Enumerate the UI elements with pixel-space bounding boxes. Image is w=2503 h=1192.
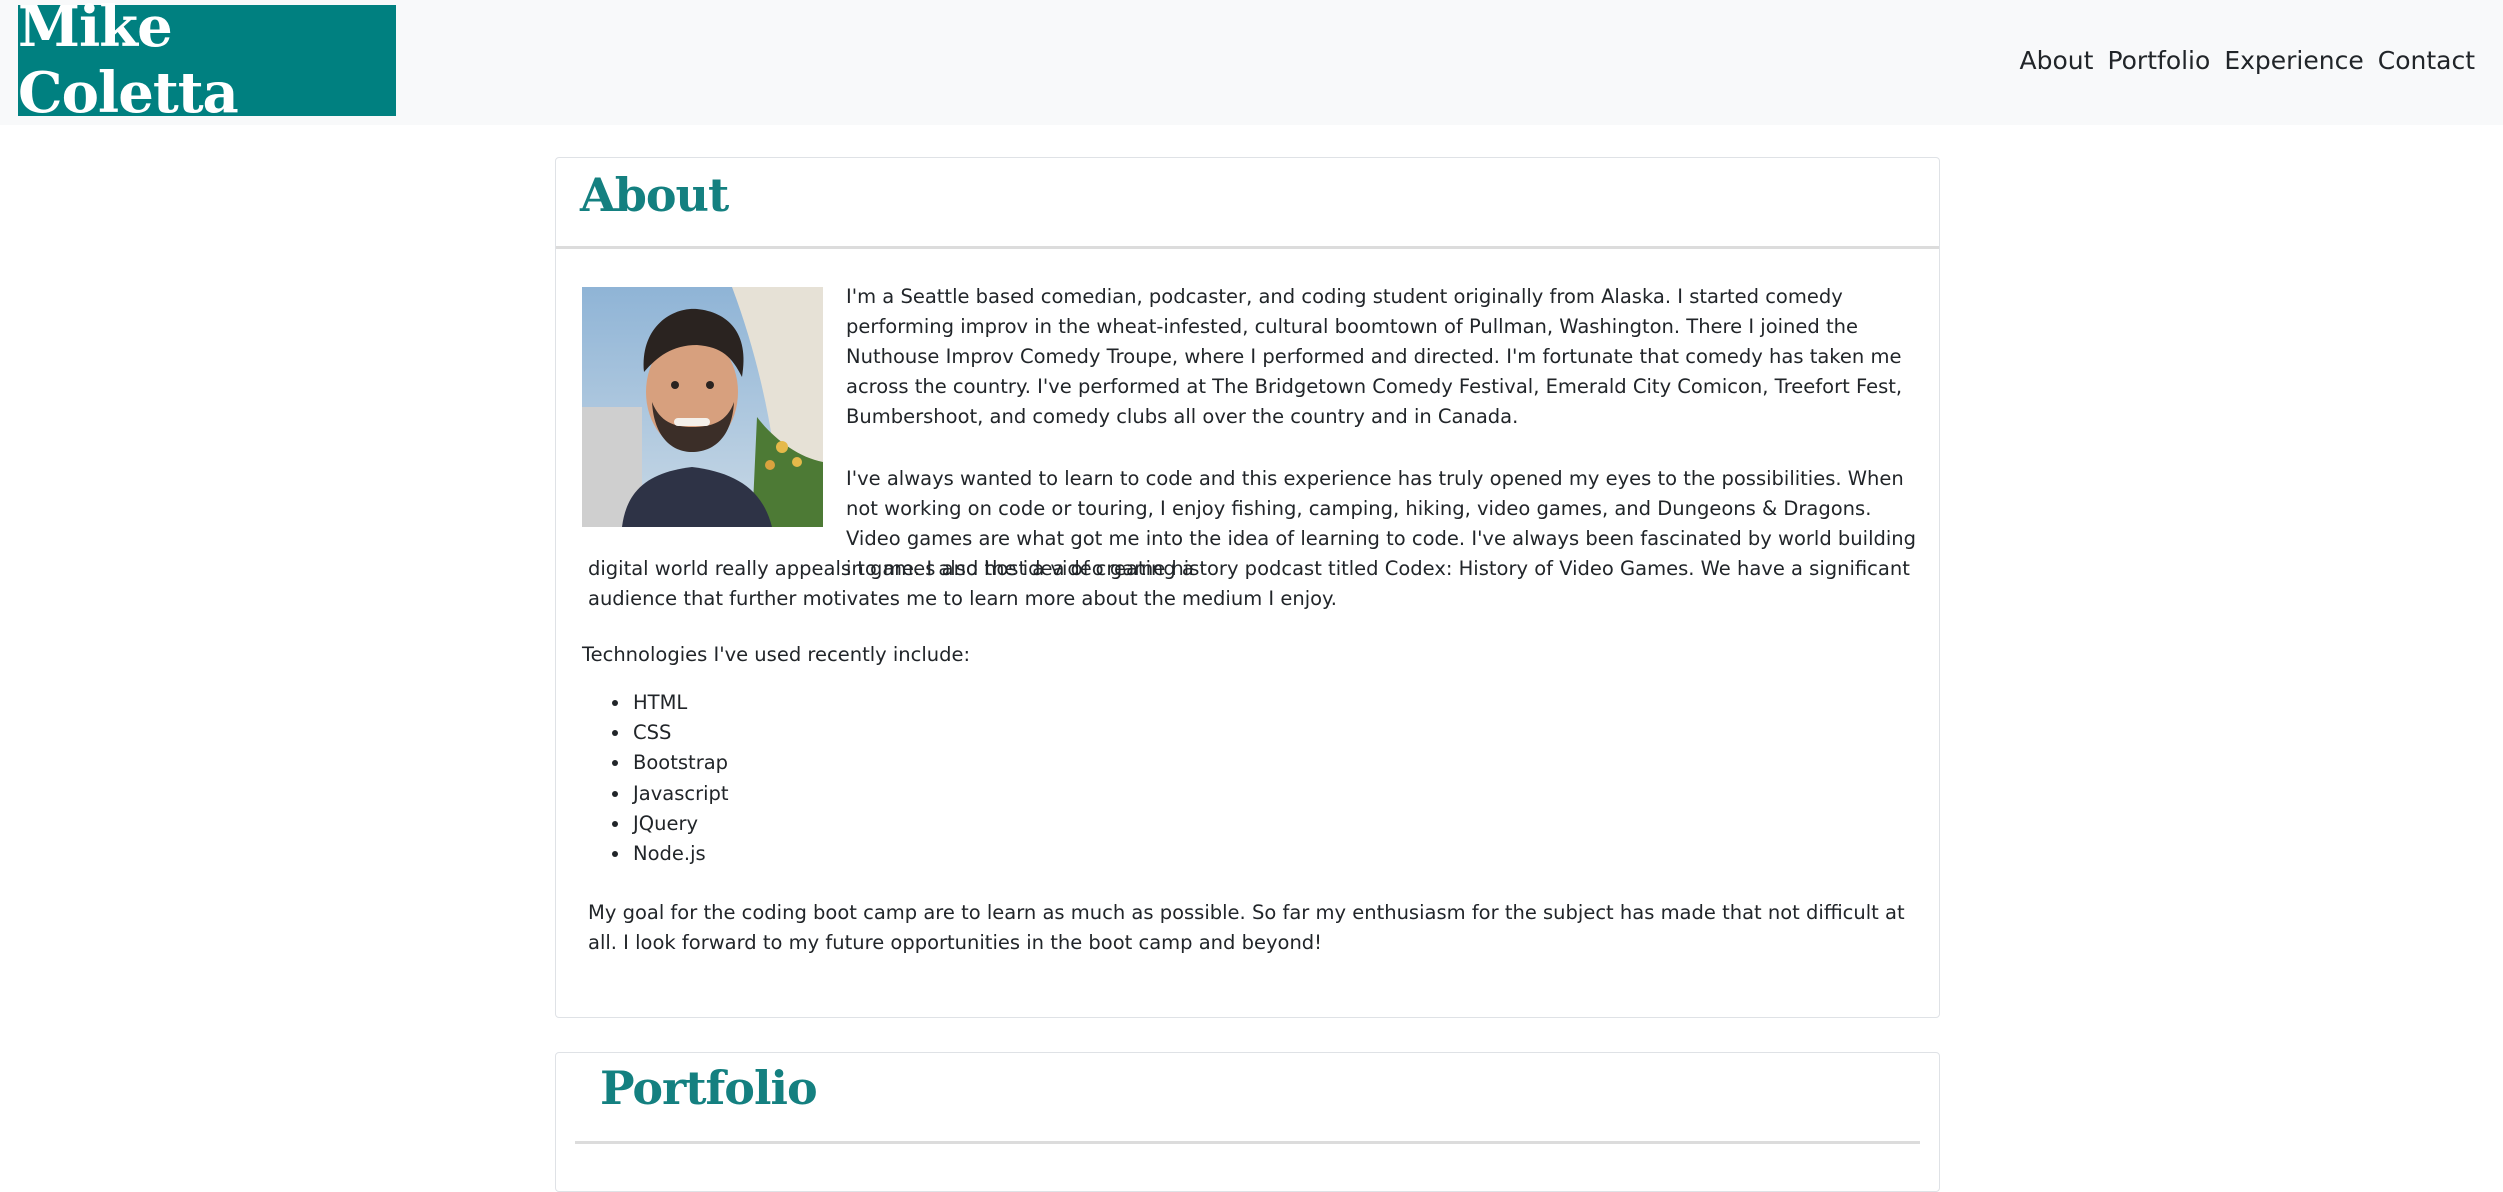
site-brand[interactable]: Mike Coletta (18, 0, 396, 126)
technologies-intro: Technologies I've used recently include: (582, 643, 971, 666)
navbar: Mike Coletta About Portfolio Experience … (0, 0, 2503, 126)
about-goal-paragraph: My goal for the coding boot camp are to … (588, 901, 1905, 954)
profile-photo (582, 287, 823, 527)
about-card-header: About (556, 158, 1939, 249)
list-item: JQuery (631, 809, 729, 839)
about-paragraph-1: I'm a Seattle based comedian, podcaster,… (846, 285, 1903, 428)
nav-link-about[interactable]: About (2020, 46, 2094, 75)
list-item: Javascript (631, 779, 729, 809)
portfolio-divider (575, 1141, 1920, 1144)
portfolio-card: Portfolio (555, 1052, 1940, 1192)
about-paragraph-2-continued: digital world really appeals to me. I al… (588, 557, 1910, 610)
list-item: HTML (631, 688, 729, 718)
about-title: About (580, 168, 729, 222)
technologies-list: HTML CSS Bootstrap Javascript JQuery Nod… (606, 688, 729, 869)
nav-link-portfolio[interactable]: Portfolio (2107, 46, 2210, 75)
nav-links: About Portfolio Experience Contact (2020, 46, 2475, 75)
list-item: Node.js (631, 839, 729, 869)
nav-link-contact[interactable]: Contact (2378, 46, 2475, 75)
nav-link-experience[interactable]: Experience (2224, 46, 2363, 75)
about-card: About I'm a Seattle based comedian, podc… (555, 157, 1940, 1018)
list-item: Bootstrap (631, 748, 729, 778)
list-item: CSS (631, 718, 729, 748)
portfolio-title: Portfolio (600, 1061, 818, 1115)
